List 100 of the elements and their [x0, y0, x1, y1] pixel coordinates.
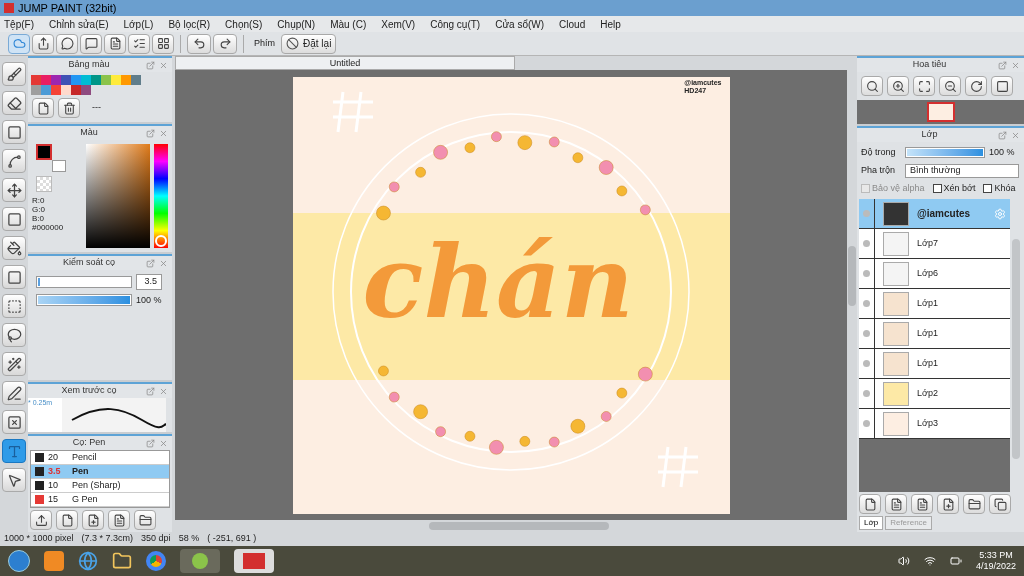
layer-1bit-button[interactable]: [911, 494, 933, 514]
document-button[interactable]: [104, 33, 126, 54]
panel-tab[interactable]: Lớp: [859, 516, 884, 530]
layer-scrollbar[interactable]: [1012, 239, 1020, 459]
color-swatch[interactable]: [51, 75, 61, 85]
filled-square-tool[interactable]: [2, 207, 26, 231]
grid-button[interactable]: [152, 33, 174, 54]
eraser-tool[interactable]: [2, 91, 26, 115]
layer-row[interactable]: Lớp3: [859, 409, 1010, 439]
layer-row[interactable]: Lớp2: [859, 379, 1010, 409]
layer-row[interactable]: Lớp6: [859, 259, 1010, 289]
undo-button[interactable]: [187, 33, 211, 54]
wand-tool[interactable]: [2, 352, 26, 376]
frame-button[interactable]: [991, 76, 1013, 96]
rect-select-tool[interactable]: [2, 294, 26, 318]
color-swatch[interactable]: [111, 75, 121, 85]
transparent-swatch[interactable]: [36, 176, 52, 192]
paint-app-icon[interactable]: [234, 549, 274, 573]
color-swatch[interactable]: [31, 85, 41, 95]
saturation-value-picker[interactable]: [86, 144, 150, 248]
close-icon[interactable]: [1011, 60, 1020, 70]
color-swatch[interactable]: [101, 75, 111, 85]
move-tool[interactable]: [2, 178, 26, 202]
layer-folder-button[interactable]: [963, 494, 985, 514]
popout-icon[interactable]: [146, 438, 155, 448]
document-tab[interactable]: Untitled: [175, 56, 515, 70]
foreground-color-swatch[interactable]: [36, 144, 52, 160]
list-button[interactable]: [128, 33, 150, 54]
layer-option-checkbox[interactable]: Khóa: [983, 181, 1016, 195]
clock[interactable]: 5:33 PM 4/19/2022: [975, 550, 1016, 572]
close-icon[interactable]: [1011, 130, 1020, 140]
color-swatch[interactable]: [91, 75, 101, 85]
layer-row[interactable]: Lớp1: [859, 319, 1010, 349]
size-slider[interactable]: [36, 275, 132, 288]
color-swatch[interactable]: [61, 85, 71, 95]
zoom-in-button[interactable]: [887, 76, 909, 96]
rotate-button[interactable]: [965, 76, 987, 96]
color-swatch[interactable]: [51, 85, 61, 95]
message-button[interactable]: [80, 33, 102, 54]
redo-button[interactable]: [213, 33, 237, 54]
pen-select-tool[interactable]: [2, 381, 26, 405]
popout-icon[interactable]: [146, 258, 155, 268]
brush-item[interactable]: 3.5 Pen: [31, 465, 169, 479]
zoom-actual-button[interactable]: [861, 76, 883, 96]
text-tool[interactable]: [2, 439, 26, 463]
close-icon[interactable]: [159, 386, 168, 396]
network-icon[interactable]: [923, 555, 936, 567]
layer-row[interactable]: @iamcutes: [859, 199, 1010, 229]
new-layer-button[interactable]: [859, 494, 881, 514]
duplicate-layer-button[interactable]: [989, 494, 1011, 514]
color-swatch[interactable]: [81, 75, 91, 85]
color-swatch[interactable]: [121, 75, 131, 85]
color-swatch[interactable]: [71, 75, 81, 85]
popout-icon[interactable]: [146, 128, 155, 138]
zoom-out-button[interactable]: [939, 76, 961, 96]
brush-tool[interactable]: [2, 62, 26, 86]
brush-item[interactable]: 15 G Pen: [31, 493, 169, 507]
cloud-button[interactable]: [8, 33, 30, 54]
volume-icon[interactable]: [897, 555, 910, 567]
app-icon[interactable]: [180, 549, 220, 573]
fit-button[interactable]: [913, 76, 935, 96]
close-icon[interactable]: [159, 438, 168, 448]
layer-option-checkbox[interactable]: Xén bớt: [932, 181, 976, 195]
vertical-scrollbar[interactable]: [848, 246, 856, 306]
color-swatch[interactable]: [71, 85, 81, 95]
pointer-tool[interactable]: [2, 468, 26, 492]
brush-folder-button[interactable]: [134, 510, 156, 530]
popout-icon[interactable]: [998, 60, 1007, 70]
new-brush-button[interactable]: [56, 510, 78, 530]
folder-icon[interactable]: [112, 551, 132, 571]
brush-menu-button[interactable]: [82, 510, 104, 530]
layer-8bit-button[interactable]: [885, 494, 907, 514]
size-value[interactable]: 3.5: [136, 274, 162, 290]
layer-row[interactable]: Lớp7: [859, 229, 1010, 259]
close-icon[interactable]: [159, 128, 168, 138]
menu-item[interactable]: Tệp(F): [4, 16, 34, 32]
reset-button[interactable]: Đặt lại: [281, 33, 337, 54]
layer-row[interactable]: Lớp1: [859, 289, 1010, 319]
popout-icon[interactable]: [146, 386, 155, 396]
menu-item[interactable]: Công cụ(T): [430, 16, 481, 32]
color-swatch[interactable]: [41, 85, 51, 95]
menu-item[interactable]: Bộ lọc(R): [168, 16, 211, 32]
browser-icon[interactable]: [78, 551, 98, 571]
menu-item[interactable]: Chọn(S): [225, 16, 263, 32]
add-layer-button[interactable]: [937, 494, 959, 514]
close-icon[interactable]: [159, 258, 168, 268]
menu-item[interactable]: Màu (C): [330, 16, 367, 32]
layer-row[interactable]: Lớp1: [859, 349, 1010, 379]
media-player-icon[interactable]: [44, 551, 64, 571]
line-tool[interactable]: [2, 149, 26, 173]
close-icon[interactable]: [159, 60, 168, 70]
start-button-icon[interactable]: [8, 550, 30, 572]
select-eraser-tool[interactable]: [2, 410, 26, 434]
brush-settings-button[interactable]: [108, 510, 130, 530]
blend-mode-dropdown[interactable]: Bình thường: [905, 163, 1019, 178]
color-swatch[interactable]: [81, 85, 91, 95]
popout-icon[interactable]: [146, 60, 155, 70]
gradient-tool[interactable]: [2, 265, 26, 289]
menu-item[interactable]: Cloud: [559, 16, 586, 32]
delete-swatch-button[interactable]: [58, 98, 80, 118]
